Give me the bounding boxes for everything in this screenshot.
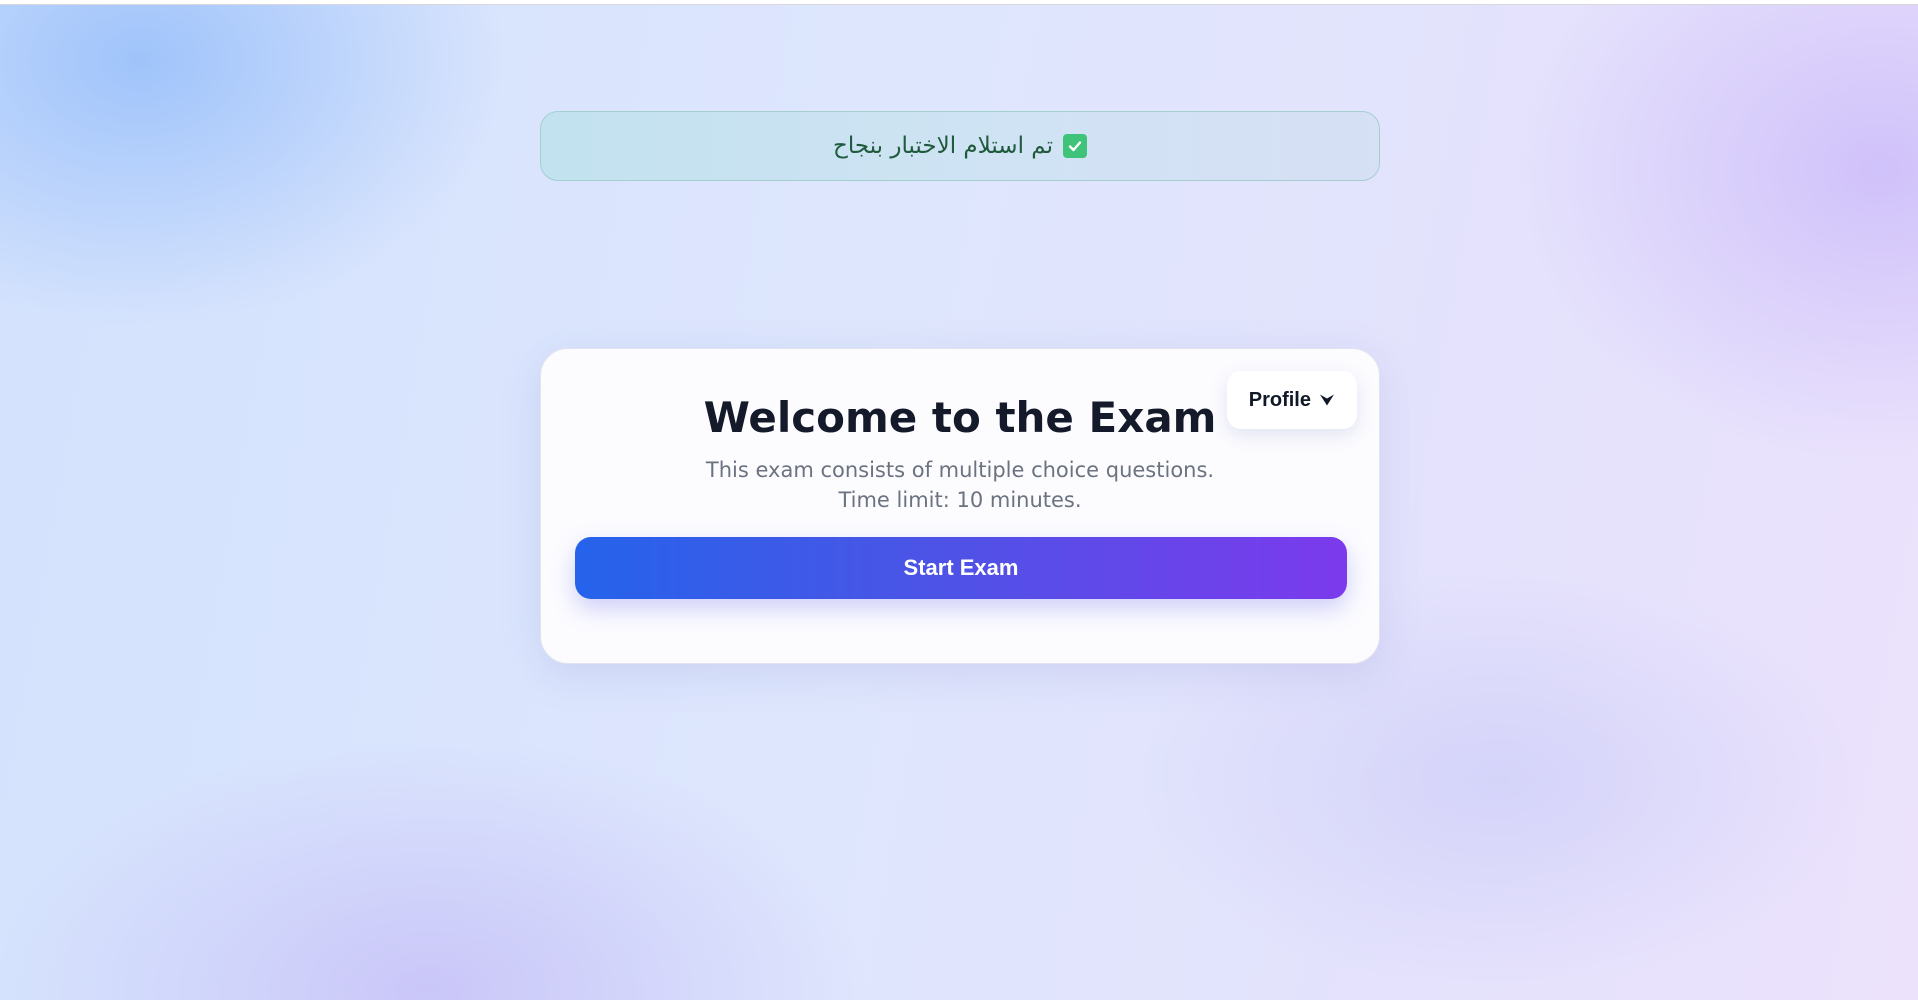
start-exam-button[interactable]: Start Exam: [575, 537, 1347, 599]
check-icon: [1063, 134, 1087, 158]
exam-welcome-card: Profile Welcome to the Exam This exam co…: [540, 348, 1380, 664]
alert-message: تم استلام الاختبار بنجاح: [833, 133, 1053, 159]
browser-top-edge: [0, 0, 1918, 5]
success-alert: تم استلام الاختبار بنجاح: [540, 111, 1380, 181]
page-title: Welcome to the Exam: [703, 393, 1217, 442]
description-line-1: This exam consists of multiple choice qu…: [705, 458, 1215, 482]
description-line-2: Time limit: 10 minutes.: [838, 488, 1082, 512]
exam-description: This exam consists of multiple choice qu…: [541, 455, 1379, 515]
